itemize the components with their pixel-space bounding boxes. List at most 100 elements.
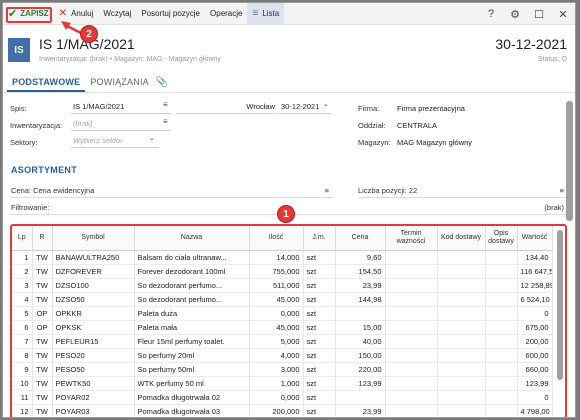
document-status: Status: O: [537, 56, 567, 63]
table-cell: DZSO50: [52, 292, 135, 307]
close-icon[interactable]: ✕: [551, 8, 575, 21]
table-row[interactable]: 8 TW PESO20 So perfumy 20ml 4,000 szt 150,00 60…: [12, 348, 553, 363]
liczba-menu-icon[interactable]: ≡: [560, 185, 564, 197]
table-row[interactable]: 6 OP OPKSK Paleta mała 45,000 szt 15,00 675,00: [12, 320, 553, 335]
table-cell: 6: [12, 320, 33, 335]
column-header[interactable]: Nazwa: [134, 226, 250, 251]
table-row[interactable]: 3 TW DZSO100 So dezodorant perfumo... 511,00…: [12, 278, 553, 293]
filtrowanie-label: Filtrowanie:: [11, 203, 50, 212]
firma-value: Firma prezentacyjna: [397, 104, 465, 113]
table-cell: 7: [12, 334, 33, 349]
table-cell: TW: [32, 278, 53, 293]
table-cell: 144,98: [335, 292, 386, 307]
operations-button[interactable]: Operacje: [205, 3, 247, 25]
column-header[interactable]: Cena: [335, 226, 386, 251]
table-cell: TW: [32, 376, 53, 391]
magazyn-label: Magazyn:: [358, 138, 391, 147]
table-cell: TW: [32, 348, 53, 363]
table-cell: 23,99: [335, 278, 386, 293]
list-button[interactable]: ≡ Lista: [247, 3, 285, 25]
spis-menu-icon[interactable]: ≡: [163, 100, 168, 109]
table-row[interactable]: 5 OP OPKKR Paleta duża 0,000 szt 0: [12, 306, 553, 321]
table-cell: [485, 348, 518, 363]
table-row[interactable]: 11 TW POYAR02 Pomadka długotrwała 02 0,000 sz…: [12, 390, 553, 405]
cena-menu-icon[interactable]: ≡: [325, 185, 329, 197]
column-header[interactable]: Wartość: [517, 226, 553, 251]
table-row[interactable]: 1 TW BANAWULTRA250 Balsam do ciała ultranaw…: [12, 250, 553, 265]
table-cell: [437, 278, 486, 293]
help-icon[interactable]: ?: [479, 8, 503, 20]
sort-positions-button[interactable]: Posortuj pozycje: [136, 3, 205, 25]
table-cell: szt: [303, 320, 336, 335]
table-cell: [385, 320, 438, 335]
table-body: 1 TW BANAWULTRA250 Balsam do ciała ultranaw…: [12, 250, 553, 417]
table-cell: 11: [12, 390, 33, 405]
table-cell: PESO50: [52, 362, 135, 377]
paperclip-icon[interactable]: 📎: [156, 77, 168, 92]
table-row[interactable]: 10 TW PEWTK50 WTK perfumy 50 ml 1,000 szt 123,…: [12, 376, 553, 391]
table-row[interactable]: 7 TW PEFLEUR15 Fleur 15ml perfumy toalet. 5,…: [12, 334, 553, 349]
table-cell: Paleta duża: [134, 306, 250, 321]
cena-row[interactable]: Cena: Cena ewidencyjna ≡: [11, 185, 333, 198]
column-header[interactable]: Opis dostawy: [485, 226, 518, 251]
inwentaryzacja-label: Inwentaryzacja:: [10, 121, 63, 130]
column-header[interactable]: Symbol: [52, 226, 135, 251]
table-cell: [385, 306, 438, 321]
table-header-row: Lp R Symbol Nazwa Ilość J.m. Cena Termin ważnoś…: [12, 226, 553, 251]
table-cell: [437, 362, 486, 377]
column-header[interactable]: J.m.: [303, 226, 336, 251]
table-cell: [437, 390, 486, 405]
positions-table-container: Lp R Symbol Nazwa Ilość J.m. Cena Termin ważnoś…: [10, 224, 567, 417]
load-button[interactable]: Wczytaj: [98, 3, 136, 25]
table-row[interactable]: 4 TW DZSO50 So dezodorant perfumo... 45,000 s…: [12, 292, 553, 307]
table-cell: 4,000: [249, 348, 304, 363]
column-header[interactable]: Ilość: [249, 226, 304, 251]
cancel-button[interactable]: ✕ Anuluj: [54, 3, 99, 25]
table-cell: POYAR02: [52, 390, 135, 405]
table-cell: TW: [32, 362, 53, 377]
table-cell: TW: [32, 292, 53, 307]
column-header[interactable]: Lp: [12, 226, 33, 251]
table-cell: 200,00: [517, 334, 553, 349]
table-scrollbar[interactable]: [557, 230, 563, 380]
save-highlight-frame: [6, 7, 52, 23]
sektory-chevron-icon[interactable]: ⌄: [149, 134, 155, 142]
inwentaryzacja-field[interactable]: (brak): [71, 117, 171, 131]
sektory-label: Sektory:: [10, 138, 38, 147]
column-header[interactable]: R: [32, 226, 53, 251]
firma-label: Firma:: [358, 104, 380, 113]
table-cell: DZFOREVER: [52, 264, 135, 279]
document-window: ✔ ZAPISZ ✕ Anuluj Wczytaj Posortuj pozyc…: [2, 2, 576, 418]
callout-badge-1: 1: [277, 205, 295, 223]
table-row[interactable]: 9 TW PESO50 So perfumy 50ml 3,000 szt 220,00 66…: [12, 362, 553, 377]
column-header[interactable]: Kod dostawy: [437, 226, 486, 251]
table-cell: 220,00: [335, 362, 386, 377]
gear-icon[interactable]: ⚙: [503, 8, 527, 21]
column-header[interactable]: Termin ważności: [385, 226, 438, 251]
table-cell: PEWTK50: [52, 376, 135, 391]
inwentaryzacja-menu-icon[interactable]: ≡: [163, 117, 168, 126]
table-cell: Balsam do ciała ultranaw...: [134, 250, 250, 265]
table-cell: [385, 376, 438, 391]
sektory-select[interactable]: Wybierz sektor: [71, 134, 159, 148]
page-scrollbar[interactable]: [566, 101, 573, 221]
table-cell: 3,000: [249, 362, 304, 377]
table-cell: Forever dezodorant 100ml: [134, 264, 250, 279]
maximize-icon[interactable]: ☐: [527, 8, 551, 21]
table-cell: [485, 278, 518, 293]
table-row[interactable]: 2 TW DZFOREVER Forever dezodorant 100ml 755,…: [12, 264, 553, 279]
table-cell: [385, 348, 438, 363]
table-row[interactable]: 12 TW POYAR03 Pomadka długotrwała 03 200,000…: [12, 404, 553, 417]
city-field[interactable]: Wrocław: [176, 100, 278, 114]
table-cell: 123,99: [335, 376, 386, 391]
table-cell: [437, 250, 486, 265]
tab-podstawowe[interactable]: PODSTAWOWE: [7, 77, 86, 92]
chevron-down-icon[interactable]: ⌄: [323, 100, 329, 108]
table-cell: szt: [303, 306, 336, 321]
table-cell: 5,000: [249, 334, 304, 349]
table-cell: szt: [303, 292, 336, 307]
table-cell: So dezodorant perfumo...: [134, 292, 250, 307]
spis-field[interactable]: IS 1/MAG/2021: [71, 100, 171, 114]
tab-powiazania[interactable]: POWIĄZANIA: [85, 77, 154, 92]
table-cell: PESO20: [52, 348, 135, 363]
